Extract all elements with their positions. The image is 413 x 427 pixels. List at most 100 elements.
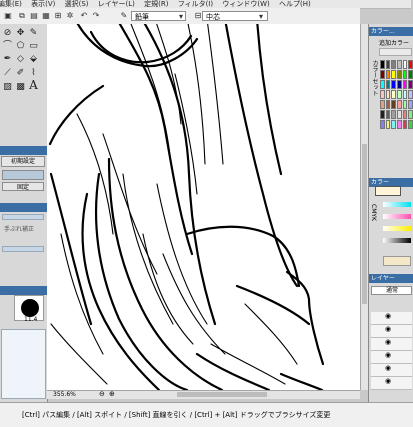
eye-icon[interactable]: ◉ bbox=[385, 325, 391, 333]
menu-view[interactable]: 表示(V) bbox=[31, 0, 55, 8]
blend-mode-select[interactable]: 通常 bbox=[371, 286, 412, 295]
color-swatch[interactable] bbox=[408, 60, 413, 69]
color-swatch[interactable] bbox=[408, 90, 413, 99]
color-swatch[interactable] bbox=[396, 100, 402, 109]
zoom-in-icon[interactable]: ⊕ bbox=[109, 390, 115, 398]
stabilizer-slider-2[interactable] bbox=[2, 246, 44, 252]
color-swatch[interactable] bbox=[402, 60, 408, 69]
fix-button[interactable]: 固定 bbox=[2, 182, 44, 191]
stabilizer-slider[interactable] bbox=[2, 214, 44, 220]
menu-edit[interactable]: 編集(E) bbox=[0, 0, 22, 8]
color-swatch[interactable] bbox=[396, 70, 402, 79]
curve-icon[interactable]: ⌒ bbox=[2, 41, 13, 52]
drawing-canvas[interactable] bbox=[47, 24, 360, 390]
marker-icon[interactable]: ✐ bbox=[15, 68, 26, 79]
color-swatch[interactable] bbox=[396, 90, 402, 99]
horizontal-scrollbar[interactable]: 355.6% ⊖ ⊕ bbox=[47, 390, 360, 399]
color-swatch[interactable] bbox=[402, 120, 408, 129]
brush-select-dropdown-icon[interactable]: ▾ bbox=[176, 12, 186, 22]
color-swatch[interactable] bbox=[385, 60, 391, 69]
redo-icon[interactable]: ↷ bbox=[91, 11, 101, 21]
brush-icon[interactable]: ✒ bbox=[2, 54, 13, 65]
preset-button[interactable]: 初期設定 bbox=[1, 156, 45, 167]
save-icon[interactable]: ▣ bbox=[3, 11, 13, 21]
polygon-icon[interactable]: ⬠ bbox=[15, 41, 26, 52]
color-swatch[interactable] bbox=[385, 90, 391, 99]
menu-help[interactable]: ヘルプ(H) bbox=[279, 0, 311, 8]
black-slider[interactable] bbox=[383, 238, 411, 243]
color-swatch[interactable] bbox=[408, 100, 413, 109]
vertical-scroll-thumb[interactable] bbox=[362, 144, 367, 304]
color-swatch[interactable] bbox=[380, 100, 385, 109]
color-swatch[interactable] bbox=[402, 80, 408, 89]
color-swatch[interactable] bbox=[385, 70, 391, 79]
color-swatch[interactable] bbox=[402, 90, 408, 99]
layer-row[interactable]: ◉ bbox=[371, 364, 412, 377]
layer-row[interactable]: ◉ bbox=[371, 338, 412, 351]
settings-icon[interactable]: ✲ bbox=[65, 11, 75, 21]
color-swatch[interactable] bbox=[396, 60, 402, 69]
color-swatch[interactable] bbox=[391, 90, 396, 99]
brush-size-list[interactable] bbox=[1, 329, 46, 399]
cyan-slider[interactable] bbox=[383, 202, 411, 207]
color-swatch[interactable] bbox=[380, 110, 385, 119]
color-swatch[interactable] bbox=[380, 90, 385, 99]
eye-icon[interactable]: ◉ bbox=[385, 364, 391, 372]
lasso-icon[interactable]: ⊘ bbox=[2, 28, 13, 39]
stroke-select-dropdown-icon[interactable]: ▾ bbox=[256, 12, 266, 22]
menu-select[interactable]: 選択(S) bbox=[65, 0, 89, 8]
eye-icon[interactable]: ◉ bbox=[385, 312, 391, 320]
color-swatch[interactable] bbox=[402, 70, 408, 79]
menu-layer[interactable]: レイヤー(L) bbox=[98, 0, 135, 8]
color-swatch[interactable] bbox=[380, 70, 385, 79]
color-swatch[interactable] bbox=[391, 110, 396, 119]
eraser-icon[interactable]: ◇ bbox=[15, 54, 26, 65]
color-swatch[interactable] bbox=[408, 80, 413, 89]
color-swatch[interactable] bbox=[380, 80, 385, 89]
eyedropper-icon[interactable]: ⟋ bbox=[2, 68, 13, 79]
layer-row[interactable]: ◉ bbox=[371, 312, 412, 325]
color-swatch[interactable] bbox=[391, 70, 396, 79]
layer-row[interactable]: ◉ bbox=[371, 351, 412, 364]
copy-icon[interactable]: ⧉ bbox=[17, 11, 27, 21]
color-swatch[interactable] bbox=[380, 60, 385, 69]
fill-icon[interactable]: ⬙ bbox=[28, 54, 39, 65]
color-swatch[interactable] bbox=[385, 110, 391, 119]
gradient-icon[interactable]: ▩ bbox=[15, 82, 26, 93]
horizontal-scroll-thumb[interactable] bbox=[177, 392, 267, 397]
transform-icon[interactable]: ⊞ bbox=[53, 11, 63, 21]
main-color-swatch[interactable] bbox=[375, 186, 401, 196]
eye-icon[interactable]: ◉ bbox=[385, 351, 391, 359]
paste-icon[interactable]: ▤ bbox=[29, 11, 39, 21]
undo-icon[interactable]: ↶ bbox=[79, 11, 89, 21]
text-tool-icon[interactable]: A bbox=[28, 79, 39, 91]
color-swatch[interactable] bbox=[391, 80, 396, 89]
zoom-out-icon[interactable]: ⊖ bbox=[99, 390, 105, 398]
eye-icon[interactable]: ◉ bbox=[385, 338, 391, 346]
menu-window[interactable]: ウィンドウ(W) bbox=[222, 0, 269, 8]
yellow-slider[interactable] bbox=[383, 226, 411, 231]
color-swatch[interactable] bbox=[402, 100, 408, 109]
color-swatch[interactable] bbox=[396, 110, 402, 119]
layer-row[interactable]: ◉ bbox=[371, 325, 412, 338]
color-swatch[interactable] bbox=[391, 120, 396, 129]
pen-icon[interactable]: ✎ bbox=[28, 28, 39, 39]
move-icon[interactable]: ✥ bbox=[15, 28, 26, 39]
color-swatch[interactable] bbox=[408, 110, 413, 119]
color-swatch[interactable] bbox=[385, 100, 391, 109]
color-swatch[interactable] bbox=[380, 120, 385, 129]
menu-filter[interactable]: フィルタ(I) bbox=[178, 0, 213, 8]
color-swatch[interactable] bbox=[408, 70, 413, 79]
clear-icon[interactable]: ▦ bbox=[41, 11, 51, 21]
color-swatch[interactable] bbox=[396, 80, 402, 89]
color-swatch[interactable] bbox=[396, 120, 402, 129]
color-swatch[interactable] bbox=[385, 80, 391, 89]
color-swatch[interactable] bbox=[402, 110, 408, 119]
color-swatch[interactable] bbox=[391, 100, 396, 109]
color-swatch[interactable] bbox=[385, 120, 391, 129]
color-swatch[interactable] bbox=[391, 60, 396, 69]
magenta-slider[interactable] bbox=[383, 214, 411, 219]
eye-icon[interactable]: ◉ bbox=[385, 377, 391, 385]
palette-icons[interactable] bbox=[379, 48, 412, 56]
menu-ruler[interactable]: 定規(R) bbox=[144, 0, 168, 8]
